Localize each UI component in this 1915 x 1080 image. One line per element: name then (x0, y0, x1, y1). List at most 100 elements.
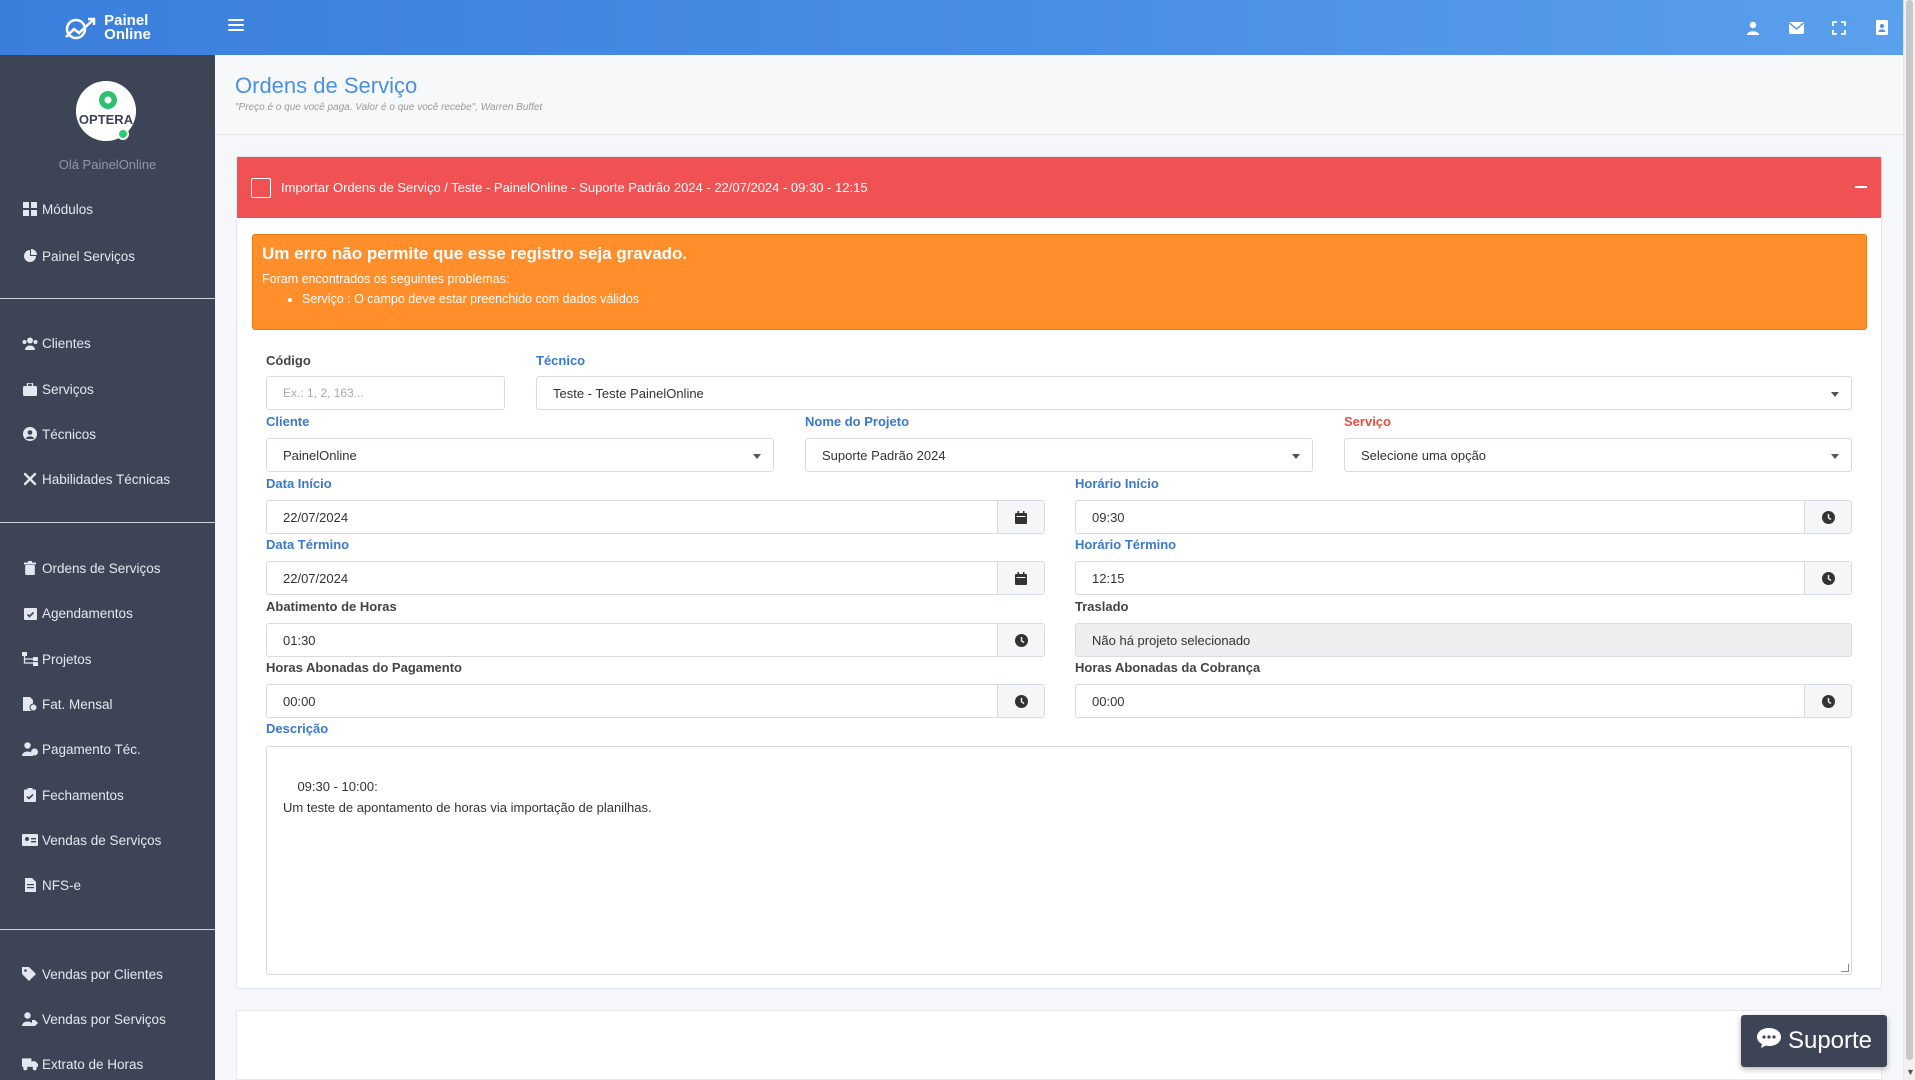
abatimento-value: 01:30 (283, 632, 316, 648)
sidebar-item-label: Módulos (42, 201, 94, 217)
top-navbar: Painel Online (0, 0, 1903, 55)
brand-name: Painel Online (104, 13, 151, 43)
brand-logo[interactable]: Painel Online (0, 0, 215, 55)
user-dollar-icon (22, 741, 38, 757)
cliente-value: PainelOnline (283, 447, 357, 463)
sidebar-item-ordens[interactable]: Ordens de Serviços (22, 557, 161, 579)
sidebar-item-label: NFS-e (42, 877, 82, 893)
horas-pagamento-value: 00:00 (283, 693, 316, 709)
sidebar-item-servicos[interactable]: Serviços (22, 378, 94, 400)
sidebar-item-tecnicos[interactable]: Técnicos (22, 423, 96, 445)
briefcase-icon (22, 381, 38, 397)
sidebar-item-painel-servicos[interactable]: Painel Serviços (22, 245, 135, 267)
clock-icon[interactable] (997, 685, 1044, 717)
sidebar-item-extrato-horas[interactable]: Extrato de Horas (22, 1053, 143, 1075)
calendar-icon[interactable] (997, 562, 1044, 594)
fullscreen-icon[interactable] (1830, 19, 1848, 37)
cliente-select[interactable]: PainelOnline (266, 438, 774, 472)
truck-icon (22, 1056, 38, 1072)
user-greeting: Olá PainelOnline (58, 157, 157, 172)
sidebar-item-vendas-clientes[interactable]: Vendas por Clientes (22, 963, 163, 985)
horas-pagamento-input[interactable]: 00:00 (266, 684, 1045, 718)
sidebar-item-nfse[interactable]: NFS-e (22, 874, 81, 896)
user-icon[interactable] (1744, 19, 1762, 37)
horario-inicio-input[interactable]: 09:30 (1075, 500, 1852, 534)
sidebar-item-vendas-por-servicos[interactable]: Vendas por Serviços (22, 1008, 166, 1030)
sidebar-item-clientes[interactable]: Clientes (22, 332, 91, 354)
horario-termino-label: Horário Término (1075, 537, 1177, 552)
card-header: Importar Ordens de Serviço / Teste - Pai… (237, 157, 1881, 218)
sidebar-item-label: Vendas de Serviços (42, 832, 162, 848)
servico-select[interactable]: Selecione uma opção (1344, 438, 1852, 472)
codigo-input[interactable]: Ex.: 1, 2, 163... (266, 376, 505, 410)
sidebar-item-label: Painel Serviços (42, 248, 136, 264)
clock-icon[interactable] (997, 624, 1044, 656)
page-scrollbar[interactable]: ▼ (1903, 0, 1915, 1080)
sidebar-item-fechamentos[interactable]: Fechamentos (22, 784, 124, 806)
sidebar-divider (0, 929, 215, 930)
scrollbar-thumb[interactable] (1906, 0, 1913, 1060)
tags-icon (22, 966, 38, 982)
clock-icon[interactable] (1804, 501, 1851, 533)
sidebar-item-label: Técnicos (42, 426, 97, 442)
sidebar-divider (0, 522, 215, 523)
collapse-icon[interactable] (1855, 186, 1867, 188)
clock-icon[interactable] (1804, 685, 1851, 717)
secondary-card (236, 1010, 1882, 1080)
projeto-select[interactable]: Suporte Padrão 2024 (805, 438, 1313, 472)
chat-icon (1756, 1027, 1782, 1056)
sidebar-item-agendamentos[interactable]: Agendamentos (22, 602, 133, 624)
sidebar-item-label: Ordens de Serviços (42, 560, 161, 576)
support-label: Suporte (1787, 1027, 1873, 1054)
sidebar-item-label: Agendamentos (42, 605, 133, 621)
tecnico-select[interactable]: Teste - Teste PainelOnline (536, 376, 1852, 410)
data-termino-input[interactable]: 22/07/2024 (266, 561, 1045, 595)
grid-icon (22, 201, 38, 217)
tecnico-value: Teste - Teste PainelOnline (553, 385, 704, 401)
support-button[interactable]: Suporte (1741, 1015, 1887, 1067)
sidebar-item-label: Fat. Mensal (42, 696, 113, 712)
horas-cobranca-value: 00:00 (1092, 693, 1125, 709)
sidebar-item-label: Pagamento Téc. (42, 741, 141, 757)
sidebar-item-vendas-servicos[interactable]: Vendas de Serviços (22, 829, 161, 851)
sidebar-item-projetos[interactable]: Projetos (22, 648, 92, 670)
abatimento-input[interactable]: 01:30 (266, 623, 1045, 657)
page-quote: "Preço é o que você paga. Valor é o que … (235, 102, 543, 113)
user-circle-icon (22, 426, 38, 442)
abatimento-label: Abatimento de Horas (266, 599, 397, 614)
data-inicio-input[interactable]: 22/07/2024 (266, 500, 1045, 534)
mail-icon[interactable] (1787, 19, 1805, 37)
sidebar-item-habilidades[interactable]: Habilidades Técnicas (22, 468, 170, 490)
tecnico-label: Técnico (536, 353, 586, 368)
sidebar-item-pagamento-tec[interactable]: Pagamento Téc. (22, 738, 141, 760)
codigo-label: Código (266, 353, 311, 368)
data-termino-label: Data Término (266, 537, 350, 552)
tools-icon (22, 471, 38, 487)
brand-line-2: Online (104, 25, 151, 43)
sidebar-item-label: Vendas por Clientes (42, 966, 163, 982)
alert-intro: Foram encontrados os seguintes problemas… (262, 272, 510, 286)
sidebar-item-modulos[interactable]: Módulos (22, 198, 93, 220)
horario-termino-value: 12:15 (1092, 570, 1125, 586)
cliente-label: Cliente (266, 414, 310, 429)
clipboard-check-icon (22, 787, 38, 803)
horas-cobranca-label: Horas Abonadas da Cobrança (1075, 660, 1261, 675)
calendar-icon[interactable] (997, 501, 1044, 533)
select-checkbox[interactable] (251, 177, 271, 198)
page-header: Ordens de Serviço "Preço é o que você pa… (215, 55, 1903, 135)
servico-label: Serviço (1344, 414, 1391, 429)
alert-problem-item: Serviço : O campo deve estar preenchido … (302, 292, 1857, 306)
scroll-down-icon[interactable]: ▼ (1906, 1067, 1915, 1077)
contact-book-icon[interactable] (1873, 19, 1891, 37)
horario-termino-input[interactable]: 12:15 (1075, 561, 1852, 595)
id-card-icon (22, 832, 38, 848)
sidebar-item-label: Serviços (42, 381, 94, 397)
page-title: Ordens de Serviço (235, 73, 418, 98)
resize-handle[interactable] (1841, 964, 1849, 972)
descricao-textarea[interactable]: 09:30 - 10:00: Um teste de apontamento d… (266, 746, 1852, 975)
menu-toggle-icon[interactable] (228, 16, 244, 38)
horas-cobranca-input[interactable]: 00:00 (1075, 684, 1852, 718)
clock-icon[interactable] (1804, 562, 1851, 594)
horas-pagamento-label: Horas Abonadas do Pagamento (266, 660, 462, 675)
sidebar-item-fat-mensal[interactable]: Fat. Mensal (22, 693, 113, 715)
